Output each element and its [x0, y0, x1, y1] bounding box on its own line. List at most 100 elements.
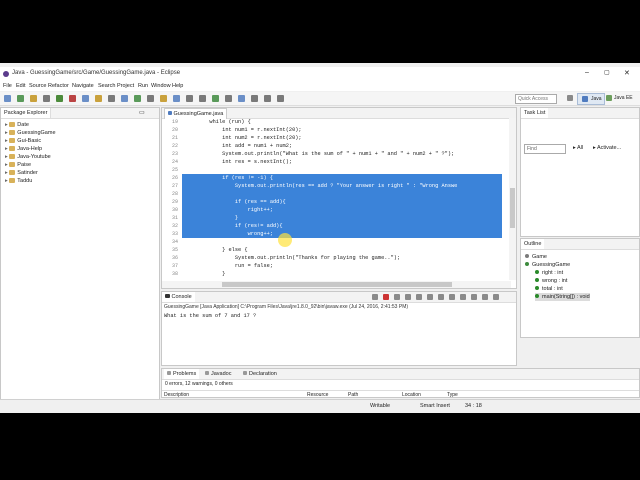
toolbar-button-icon[interactable] [199, 95, 206, 102]
console-action-icon[interactable] [482, 294, 488, 300]
problems-tab-declaration[interactable]: Declaration [240, 369, 280, 379]
outline-item[interactable]: main(String[]) : void [535, 293, 590, 301]
scrollbar-thumb[interactable] [510, 188, 515, 228]
menu-source[interactable]: Source [29, 83, 46, 89]
code-line[interactable]: System.out.println(res == add ? "Your an… [184, 182, 458, 190]
menu-file[interactable]: File [3, 83, 12, 89]
task-all-filter[interactable]: ▸ All [573, 145, 583, 151]
outline-item[interactable]: right : int [535, 269, 563, 277]
menu-help[interactable]: Help [172, 83, 183, 89]
code-line[interactable]: int add = num1 + num2; [184, 142, 292, 150]
minimize-button[interactable]: – [585, 69, 589, 76]
toolbar-button-icon[interactable] [56, 95, 63, 102]
console-output[interactable]: What is the sum of 7 and 17 ? [164, 313, 256, 319]
toolbar-button-icon[interactable] [251, 95, 258, 102]
package-explorer-tab[interactable]: Package Explorer [1, 108, 52, 118]
editor-vertical-scrollbar[interactable] [509, 118, 516, 280]
problems-column-header[interactable]: Type [447, 392, 458, 397]
code-line[interactable]: if (res != -1) { [184, 174, 273, 182]
quick-access-field[interactable]: Quick Access [515, 94, 557, 104]
task-list-tab[interactable]: Task List [521, 108, 549, 118]
problems-tab-problems[interactable]: Problems [164, 369, 200, 379]
toolbar-button-icon[interactable] [160, 95, 167, 102]
toolbar-button-icon[interactable] [69, 95, 76, 102]
code-line[interactable]: } [184, 214, 238, 222]
console-action-icon[interactable] [416, 294, 422, 300]
toolbar-button-icon[interactable] [121, 95, 128, 102]
console-action-icon[interactable] [493, 294, 499, 300]
project-item[interactable]: ▸ Date [5, 121, 29, 129]
console-action-icon[interactable] [405, 294, 411, 300]
code-line[interactable]: if (res!= add){ [184, 222, 283, 230]
task-find-input[interactable]: Find [524, 144, 566, 154]
console-action-icon[interactable] [427, 294, 433, 300]
console-action-icon[interactable] [460, 294, 466, 300]
toolbar-button-icon[interactable] [225, 95, 232, 102]
task-activate-link[interactable]: ▸ Activate... [593, 145, 621, 151]
code-line[interactable]: if (res == add){ [184, 198, 286, 206]
project-item[interactable]: ▸ Java-Youtube [5, 153, 51, 161]
code-line[interactable]: right++; [184, 206, 273, 214]
console-action-icon[interactable] [449, 294, 455, 300]
toolbar-button-icon[interactable] [173, 95, 180, 102]
code-line[interactable]: int res = s.nextInt(); [184, 158, 292, 166]
toolbar-button-icon[interactable] [4, 95, 11, 102]
console-tab[interactable]: Console [162, 292, 195, 302]
close-button[interactable]: ✕ [624, 69, 630, 77]
code-line[interactable]: System.out.println("Thanks for playing t… [184, 254, 400, 262]
toolbar-button-icon[interactable] [95, 95, 102, 102]
outline-item[interactable]: total : int [535, 285, 563, 293]
console-action-icon[interactable] [394, 294, 400, 300]
problems-column-header[interactable]: Path [348, 392, 358, 397]
code-line[interactable]: } [184, 270, 225, 278]
menu-run[interactable]: Run [138, 83, 148, 89]
toolbar-button-icon[interactable] [17, 95, 24, 102]
code-line[interactable]: } else { [184, 246, 247, 254]
maximize-button[interactable]: ▢ [604, 69, 610, 76]
menu-project[interactable]: Project [117, 83, 134, 89]
project-item[interactable]: ▸ Gui-Basic [5, 137, 41, 145]
problems-column-header[interactable]: Description [164, 392, 189, 397]
toolbar-button-icon[interactable] [147, 95, 154, 102]
code-line[interactable]: run = false; [184, 262, 273, 270]
console-action-icon[interactable] [471, 294, 477, 300]
problems-column-header[interactable]: Resource [307, 392, 328, 397]
toolbar-button-icon[interactable] [134, 95, 141, 102]
perspective-java-button[interactable]: Java [577, 93, 605, 105]
menu-search[interactable]: Search [98, 83, 115, 89]
problems-column-header[interactable]: Location [402, 392, 421, 397]
toolbar-button-icon[interactable] [264, 95, 271, 102]
menu-refactor[interactable]: Refactor [48, 83, 69, 89]
outline-item[interactable]: Game [525, 253, 547, 261]
project-item[interactable]: ▸ Taddu [5, 177, 32, 185]
toolbar-button-icon[interactable] [238, 95, 245, 102]
code-line[interactable]: int num2 = r.nextInt(20); [184, 134, 301, 142]
menu-edit[interactable]: Edit [16, 83, 25, 89]
code-line[interactable]: } [184, 238, 238, 246]
toolbar-button-icon[interactable] [212, 95, 219, 102]
menu-window[interactable]: Window [151, 83, 171, 89]
toolbar-button-icon[interactable] [186, 95, 193, 102]
outline-item[interactable]: wrong : int [535, 277, 567, 285]
console-action-icon[interactable] [372, 294, 378, 300]
project-item[interactable]: ▸ GuessingGame [5, 129, 56, 137]
project-item[interactable]: ▸ Paise [5, 161, 31, 169]
code-line[interactable]: int num1 = r.nextInt(20); [184, 126, 301, 134]
code-line[interactable]: while (run) { [184, 118, 250, 126]
outline-item[interactable]: GuessingGame [525, 261, 570, 269]
console-action-icon[interactable] [383, 294, 389, 300]
editor-horizontal-scrollbar[interactable] [162, 281, 511, 288]
open-perspective-icon[interactable] [567, 95, 573, 101]
toolbar-button-icon[interactable] [82, 95, 89, 102]
toolbar-button-icon[interactable] [277, 95, 284, 102]
problems-tab-javadoc[interactable]: Javadoc [202, 369, 235, 379]
hscrollbar-thumb[interactable] [222, 282, 452, 287]
toolbar-button-icon[interactable] [43, 95, 50, 102]
code-line[interactable]: wrong++; [184, 230, 273, 238]
code-line[interactable]: System.out.println("What is the sum of "… [184, 150, 454, 158]
console-action-icon[interactable] [438, 294, 444, 300]
perspective-javaee-button[interactable]: Java EE [606, 93, 636, 103]
outline-tab[interactable]: Outline [521, 239, 545, 249]
toolbar-button-icon[interactable] [108, 95, 115, 102]
toolbar-button-icon[interactable] [30, 95, 37, 102]
